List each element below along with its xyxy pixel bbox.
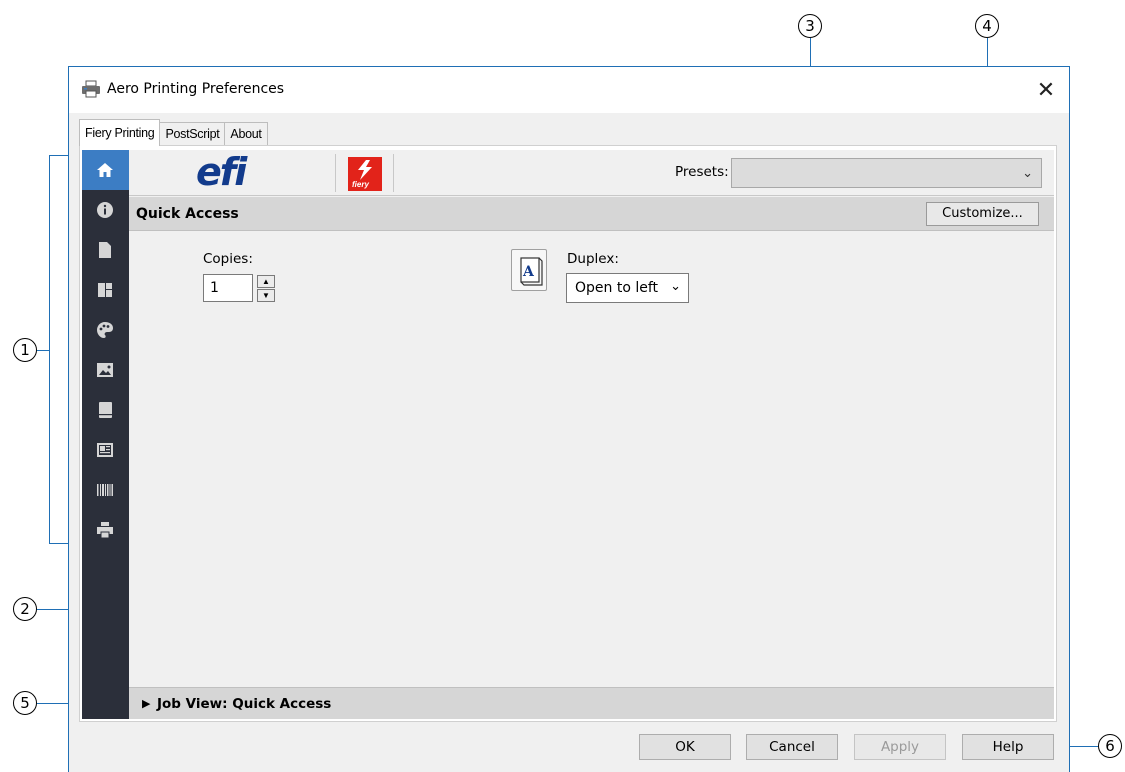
chevron-down-icon: ⌄ [670,279,681,294]
divider [393,154,394,192]
image-icon [97,363,113,377]
job-view-label: Job View: Quick Access [157,696,332,712]
printing-preferences-window: Aero Printing Preferences ✕ Fiery Printi… [68,66,1070,772]
sidebar-item-printer[interactable] [82,510,129,550]
presets-label: Presets: [675,164,729,180]
copies-input[interactable]: 1 [203,274,253,302]
printer-icon [82,80,100,98]
document-icon [99,242,111,258]
printer-icon [97,522,113,539]
barcode-icon [97,484,113,496]
tab-about[interactable]: About [224,122,268,146]
layout-icon [98,283,112,297]
divider [335,154,336,192]
sidebar-item-layout[interactable] [82,270,129,310]
job-view-expander[interactable]: ▶ Job View: Quick Access [129,687,1054,719]
callout-1: 1 [13,338,37,362]
apply-button[interactable]: Apply [854,734,946,760]
title-bar: Aero Printing Preferences ✕ [69,67,1069,113]
callout-3: 3 [798,14,822,38]
ok-button[interactable]: OK [639,734,731,760]
callout-6: 6 [1098,734,1122,758]
home-icon [97,163,113,177]
tab-panel: efi fiery Presets: ⌄ Quick Access Custom… [79,145,1057,722]
stamp-icon [97,443,113,457]
sidebar-item-image[interactable] [82,350,129,390]
sidebar [82,150,129,719]
fiery-wordmark: fiery [352,180,369,189]
sidebar-item-stamping[interactable] [82,430,129,470]
sidebar-item-document[interactable] [82,230,129,270]
tab-fiery-printing[interactable]: Fiery Printing [79,119,161,146]
quick-access-header: Quick Access Customize... [129,197,1054,231]
callout-line-1 [37,350,49,351]
sidebar-item-color[interactable] [82,310,129,350]
sidebar-item-vdp[interactable] [82,470,129,510]
info-icon [97,202,113,218]
callout-4: 4 [975,14,999,38]
duplex-icon-letter: A [522,264,535,280]
help-button[interactable]: Help [962,734,1054,760]
duplex-icon: A [511,249,547,291]
palette-icon [97,322,113,338]
expand-arrow-icon: ▶ [142,698,151,710]
window-title: Aero Printing Preferences [107,81,285,97]
tab-postscript[interactable]: PostScript [159,122,226,146]
callout-5: 5 [13,691,37,715]
fiery-logo: fiery [348,157,382,191]
section-title: Quick Access [136,206,239,222]
callout-line-1-bracket [49,155,50,544]
duplex-label: Duplex: [567,251,619,267]
book-icon [99,402,112,418]
duplex-value: Open to left [575,280,659,296]
main-content: efi fiery Presets: ⌄ Quick Access Custom… [129,150,1054,719]
copies-increment-button[interactable]: ▲ [257,275,275,288]
chevron-down-icon: ⌄ [1022,165,1033,180]
sidebar-item-info[interactable] [82,190,129,230]
customize-button[interactable]: Customize... [926,202,1039,226]
sidebar-item-finishing[interactable] [82,390,129,430]
efi-logo: efi [196,150,247,194]
presets-dropdown[interactable]: ⌄ [731,158,1042,188]
duplex-dropdown[interactable]: Open to left ⌄ [566,273,689,303]
callout-2: 2 [13,597,37,621]
copies-label: Copies: [203,251,253,267]
close-button[interactable]: ✕ [1031,75,1061,105]
logo-bar: efi fiery Presets: ⌄ [129,150,1054,196]
duplex-page-icon: A [520,257,543,286]
tab-strip: Fiery Printing PostScript About [79,119,268,146]
sidebar-item-home[interactable] [82,150,129,190]
copies-decrement-button[interactable]: ▼ [257,289,275,302]
cancel-button[interactable]: Cancel [746,734,838,760]
